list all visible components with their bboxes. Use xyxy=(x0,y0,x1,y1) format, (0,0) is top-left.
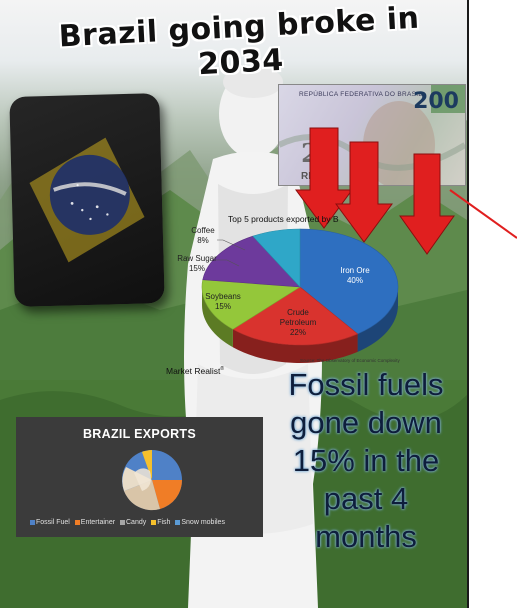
statement-line: gone down xyxy=(290,405,442,440)
credit-text: Market Realist xyxy=(166,366,221,376)
market-realist-credit: Market Realist® xyxy=(166,366,224,376)
pie-label-iron-ore: Iron Ore 40% xyxy=(330,266,380,286)
legend-item: Entertainer xyxy=(74,519,116,526)
legend-label: Snow mobiles xyxy=(181,519,225,526)
legend-label: Fossil Fuel xyxy=(36,519,70,526)
pie-label-name: Coffee xyxy=(191,226,215,235)
pie-label-percent: 22% xyxy=(289,328,306,337)
legend-item: Fossil Fuel xyxy=(30,519,70,526)
legend-item: Snow mobiles xyxy=(175,519,225,526)
exports-legend: Fossil Fuel Entertainer Candy Fish Snow … xyxy=(30,519,260,526)
pie-label-percent: 15% xyxy=(214,302,231,311)
pie-label-crude-petroleum: Crude Petroleum 22% xyxy=(270,308,326,338)
exports-pie xyxy=(122,450,183,511)
legend-label: Fish xyxy=(157,519,171,526)
page-edge-line xyxy=(467,0,469,608)
legend-swatch xyxy=(74,519,80,525)
statement-line: Fossil fuels xyxy=(288,367,444,402)
pie-label-name: Iron Ore xyxy=(340,266,370,275)
pie-label-percent: 40% xyxy=(346,276,363,285)
brazil-flag-image xyxy=(9,93,165,307)
pie-label-name: Crude Petroleum xyxy=(279,308,317,327)
statement-line: 15% in the xyxy=(292,443,440,478)
pie-label-soybeans: Soybeans 15% xyxy=(198,292,248,312)
pie-leader-lines xyxy=(215,239,246,267)
legend-item: Candy xyxy=(120,519,146,526)
banknote-denomination: 200 xyxy=(413,89,459,114)
legend-item: Fish xyxy=(151,519,170,526)
banknote-header: REPÚBLICA FEDERATIVA DO BRASIL xyxy=(299,91,423,98)
pie-label-name: Soybeans xyxy=(205,292,241,301)
fossil-fuel-statement: Fossil fuels gone down 15% in the past 4… xyxy=(268,366,464,556)
legend-label: Candy xyxy=(126,519,147,526)
credit-mark-icon: ® xyxy=(220,366,225,373)
legend-swatch xyxy=(175,519,181,525)
legend-swatch xyxy=(120,519,125,525)
statement-line: past 4 xyxy=(323,481,409,516)
exports-chart-title: BRAZIL EXPORTS xyxy=(82,427,196,441)
brazil-exports-chart: BRAZIL EXPORTS Fossil Fuel Entertainer C… xyxy=(16,417,263,537)
legend-label: Entertainer xyxy=(80,519,116,526)
legend-swatch xyxy=(151,519,157,525)
statement-line: months xyxy=(315,519,417,554)
legend-swatch xyxy=(30,519,35,525)
pie-source-text: Source: The Observatory of Economic Comp… xyxy=(300,358,400,363)
